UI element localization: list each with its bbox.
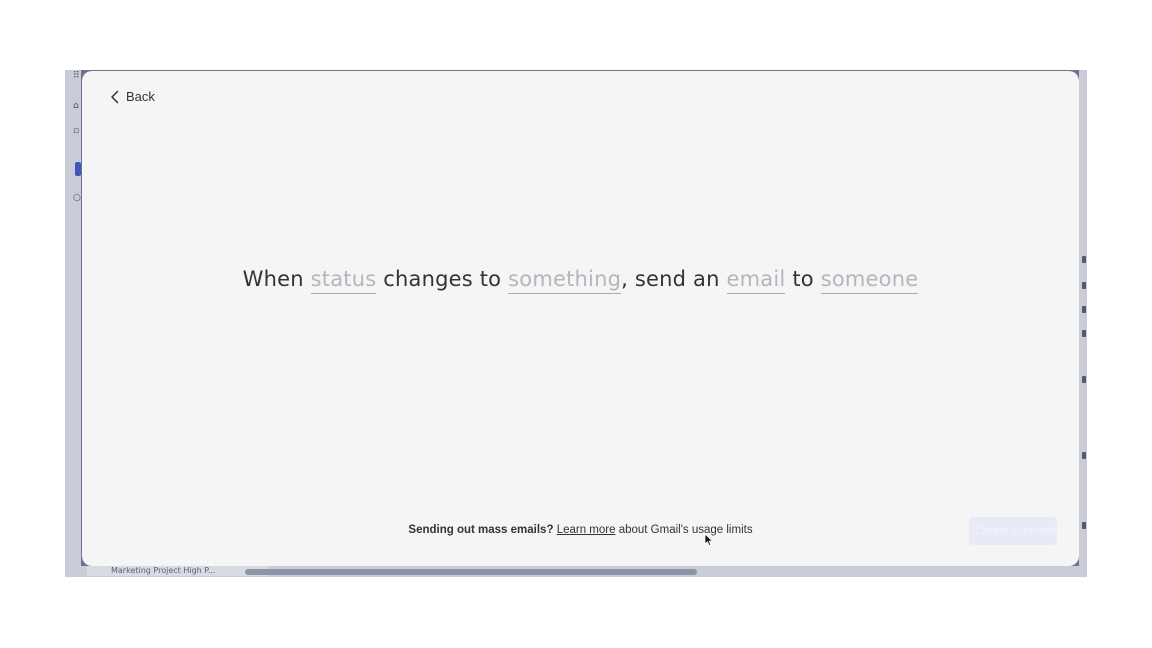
automation-modal: Back When status changes to something, s… xyxy=(82,71,1079,566)
app-right-edge xyxy=(1079,70,1087,577)
edge-mark xyxy=(1082,330,1086,337)
usage-limits-text: about Gmail's usage limits xyxy=(618,524,753,536)
recipient-field[interactable]: someone xyxy=(820,267,919,294)
back-button[interactable]: Back xyxy=(110,89,155,104)
edge-mark xyxy=(1082,452,1086,459)
sentence-to: to xyxy=(792,267,814,291)
mouse-pointer-icon xyxy=(704,532,714,551)
grid-icon: ⠿ xyxy=(73,71,80,81)
trigger-column-field[interactable]: status xyxy=(310,267,377,294)
search-icon: ○ xyxy=(73,193,81,203)
action-type-field[interactable]: email xyxy=(726,267,786,294)
edge-mark xyxy=(1082,376,1086,383)
learn-more-link[interactable]: Learn more xyxy=(557,524,616,536)
board-tab: Marketing Project High P... xyxy=(87,566,269,576)
calendar-icon: ▫ xyxy=(73,126,80,136)
sentence-changes-to: changes to xyxy=(383,267,502,291)
horizontal-scrollbar[interactable] xyxy=(245,569,697,575)
trigger-value-field[interactable]: something xyxy=(508,267,622,294)
edge-mark xyxy=(1082,522,1086,529)
automation-sentence: When status changes to something, send a… xyxy=(82,267,1079,294)
app-bottom-bar: Marketing Project High P... xyxy=(65,566,1087,577)
sentence-when: When xyxy=(242,267,304,291)
edge-mark xyxy=(1082,306,1086,313)
gmail-usage-note: Sending out mass emails? Learn more abou… xyxy=(82,524,1079,536)
home-icon: ⌂ xyxy=(73,101,79,111)
create-automation-button[interactable]: Create automation xyxy=(969,517,1057,545)
workspace-indicator xyxy=(75,162,81,176)
edge-mark xyxy=(1082,256,1086,263)
chevron-left-icon xyxy=(110,90,120,104)
sentence-send-an: , send an xyxy=(621,267,720,291)
app-sidebar: ⠿ ⌂ ▫ ○ xyxy=(65,70,81,577)
back-label: Back xyxy=(126,89,155,104)
mass-email-question: Sending out mass emails? xyxy=(408,524,554,536)
edge-mark xyxy=(1082,282,1086,289)
